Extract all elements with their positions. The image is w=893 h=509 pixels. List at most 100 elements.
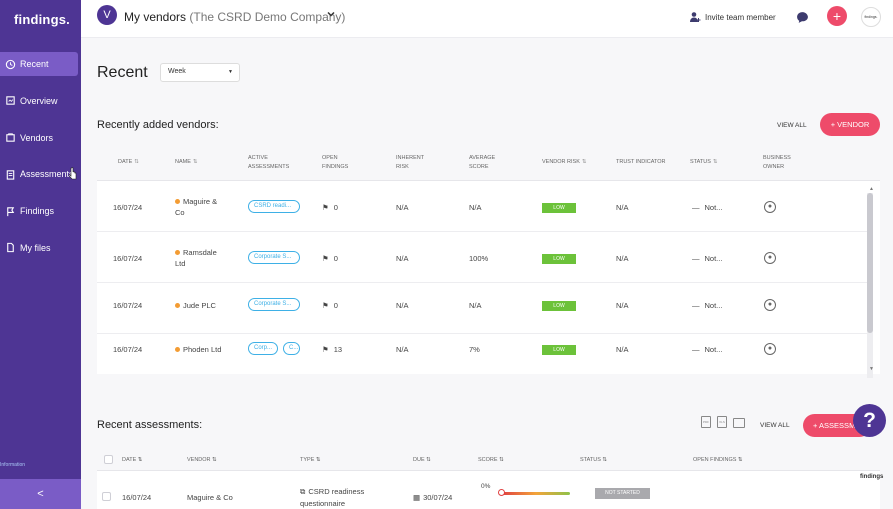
- recent-icon: [5, 59, 16, 70]
- column-header-name[interactable]: NAME ⇅: [175, 158, 198, 167]
- period-select[interactable]: Week ▼: [160, 63, 240, 82]
- column-header-inherent-risk[interactable]: INHERENT RISK: [396, 154, 436, 172]
- cell-vendor[interactable]: Maguire & Co: [187, 493, 233, 502]
- business-owner-icon[interactable]: ●: [764, 299, 776, 311]
- cell-vendor-name[interactable]: Jude PLC: [175, 301, 216, 310]
- add-user-icon: [690, 12, 701, 22]
- cell-type[interactable]: ⧉ CSRD readiness questionnaire: [300, 486, 380, 509]
- chat-icon[interactable]: [796, 11, 809, 24]
- collapse-sidebar-button[interactable]: <: [0, 479, 81, 509]
- chevron-left-icon: <: [37, 488, 44, 500]
- quick-add-button[interactable]: +: [827, 6, 847, 26]
- sidebar-item-assessments[interactable]: Assessments: [0, 162, 78, 186]
- business-owner-icon[interactable]: ●: [764, 252, 776, 264]
- pdf-export-icon[interactable]: PDF: [701, 416, 711, 428]
- vendor-risk-badge: LOW: [542, 301, 576, 311]
- sidebar-item-recent[interactable]: Recent: [0, 52, 78, 76]
- chevron-down-icon[interactable]: [326, 9, 336, 19]
- company-name: (The CSRD Demo Company): [189, 10, 346, 24]
- workspace-avatar[interactable]: V: [97, 5, 117, 25]
- workspace-title[interactable]: My vendors (The CSRD Demo Company): [124, 10, 345, 24]
- column-header-due[interactable]: DUE ⇅: [413, 457, 431, 463]
- status-badge: NOT STARTED: [595, 488, 650, 499]
- column-header-open-findings[interactable]: OPEN FINDINGS ⇅: [693, 457, 743, 463]
- vendors-table-scrollbar[interactable]: [867, 193, 873, 378]
- cell-trust-indicator: N/A: [616, 345, 629, 354]
- export-icons: PDF XLS: [701, 416, 745, 428]
- cell-vendor-name[interactable]: Maguire & Co: [175, 196, 227, 218]
- sidebar-item-label: Findings: [20, 206, 55, 217]
- status-dot: [175, 199, 180, 204]
- column-header-vendor-risk[interactable]: VENDOR RISK ⇅: [542, 158, 587, 167]
- vendor-risk-badge: LOW: [542, 345, 576, 355]
- sidebar-item-vendors[interactable]: Vendors: [0, 126, 78, 150]
- vendor-risk-badge: LOW: [542, 254, 576, 264]
- invite-label: Invite team member: [705, 12, 776, 22]
- scroll-down-icon[interactable]: ▼: [869, 366, 874, 372]
- assessment-tag[interactable]: Corporate S...: [248, 298, 300, 311]
- assessment-tag[interactable]: CSRD readi...: [248, 200, 300, 213]
- cell-status[interactable]: — Not...: [692, 301, 722, 310]
- column-header-active-assessments: ACTIVE ASSESSMENTS: [248, 155, 290, 170]
- column-header-type[interactable]: TYPE ⇅: [300, 457, 321, 463]
- cell-date: 16/07/24: [113, 254, 143, 263]
- vendors-section-title: Recently added vendors:: [97, 119, 219, 131]
- column-header-date[interactable]: DATE ⇅: [122, 457, 142, 463]
- profile-avatar[interactable]: findings.: [861, 7, 881, 27]
- column-header-status[interactable]: STATUS ⇅: [580, 457, 607, 463]
- status-dot: [175, 250, 180, 255]
- column-header-average-score[interactable]: AVERAGE SCORE: [469, 154, 509, 172]
- sidebar-item-findings[interactable]: Findings: [0, 199, 78, 223]
- scrollbar-thumb[interactable]: [867, 193, 873, 333]
- status-dot: [175, 303, 180, 308]
- flag-icon: ⚑: [322, 301, 329, 310]
- help-button[interactable]: ?: [853, 404, 886, 437]
- scroll-up-icon[interactable]: ▲: [869, 186, 874, 192]
- cell-trust-indicator: N/A: [616, 301, 629, 310]
- cell-trust-indicator: N/A: [616, 254, 629, 263]
- column-header-status[interactable]: STATUS ⇅: [690, 158, 718, 167]
- main-content: Recent Week ▼ Recently added vendors: VI…: [81, 38, 893, 509]
- column-header-date[interactable]: DATE ⇅: [118, 158, 139, 167]
- score-label: 0%: [481, 483, 491, 490]
- file-icon: [5, 242, 16, 253]
- cell-date: 16/07/24: [122, 493, 152, 502]
- sidebar-item-label: Recent: [20, 59, 49, 69]
- cell-vendor-name[interactable]: Phoden Ltd: [175, 345, 221, 354]
- business-owner-icon[interactable]: ●: [764, 343, 776, 355]
- cell-date: 16/07/24: [113, 301, 143, 310]
- table-header: DATE ⇅ NAME ⇅ ACTIVE ASSESSMENTS OPEN FIND…: [97, 146, 880, 181]
- cell-status[interactable]: — Not...: [692, 203, 722, 212]
- sidebar-item-label: My files: [20, 242, 51, 253]
- column-header-vendor[interactable]: VENDOR ⇅: [187, 457, 217, 463]
- vendors-view-all-link[interactable]: VIEW ALL: [777, 122, 807, 129]
- sidebar-item-my-files[interactable]: My files: [0, 236, 78, 260]
- assessment-tag[interactable]: Corporate S...: [248, 251, 300, 264]
- cell-vendor-name[interactable]: Ramsdale Ltd: [175, 247, 227, 269]
- page-title: Recent: [97, 64, 148, 81]
- table-row[interactable]: 16/07/24 Phoden Ltd Corp... C... ⚑ 13 N/A…: [97, 326, 867, 376]
- cell-inherent-risk: N/A: [396, 301, 409, 310]
- excel-export-icon[interactable]: XLS: [717, 416, 727, 428]
- folder-icon[interactable]: [733, 418, 745, 428]
- column-header-score[interactable]: SCORE ⇅: [478, 457, 504, 463]
- table-row[interactable]: 16/07/24 Maguire & Co CSRD readi... ⚑ 0 N…: [97, 182, 867, 232]
- cell-status[interactable]: — Not...: [692, 254, 722, 263]
- column-header-trust-indicator: TRUST INDICATOR: [616, 159, 666, 165]
- table-row[interactable]: 16/07/24 Ramsdale Ltd Corporate S... ⚑ 0 …: [97, 233, 867, 283]
- assessments-view-all-link[interactable]: VIEW ALL: [760, 422, 790, 429]
- column-header-open-findings[interactable]: OPEN FINDINGS: [322, 154, 362, 172]
- business-owner-icon[interactable]: ●: [764, 201, 776, 213]
- sidebar-footer-text: Information: [0, 462, 26, 468]
- assessment-tag[interactable]: C...: [283, 342, 300, 355]
- sidebar: findings. Recent Overview Vendors Assess…: [0, 0, 81, 509]
- cell-status[interactable]: — Not...: [692, 345, 722, 354]
- sidebar-item-overview[interactable]: Overview: [0, 89, 78, 113]
- row-checkbox[interactable]: [102, 492, 111, 501]
- table-row[interactable]: 16/07/24 Maguire & Co ⧉ CSRD readiness qu…: [97, 471, 880, 509]
- top-bar: V My vendors (The CSRD Demo Company) Inv…: [81, 0, 893, 38]
- assessment-tag[interactable]: Corp...: [248, 342, 278, 355]
- invite-team-member-button[interactable]: Invite team member: [689, 11, 776, 23]
- add-vendor-button[interactable]: + VENDOR: [820, 113, 880, 136]
- select-all-checkbox[interactable]: [104, 455, 113, 464]
